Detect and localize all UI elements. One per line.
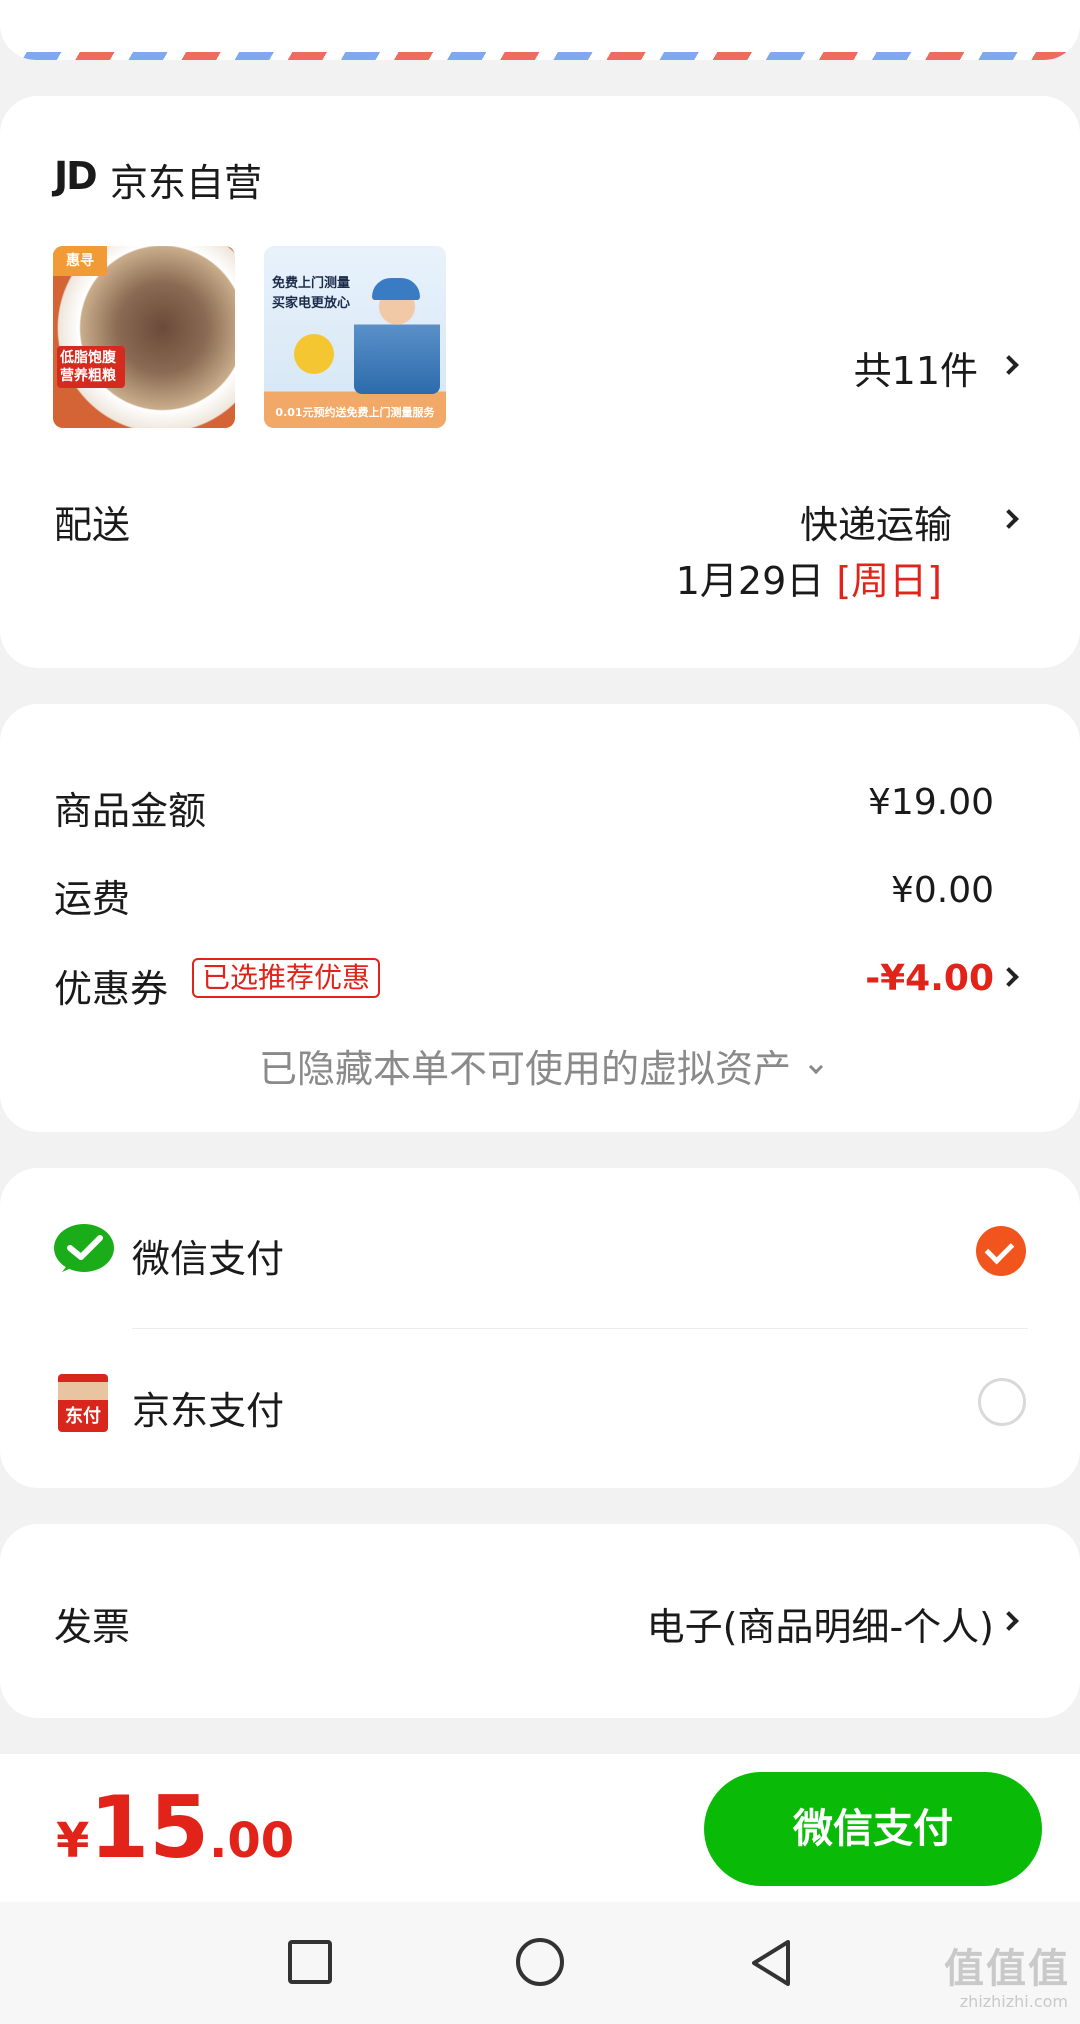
- hidden-assets-toggle[interactable]: 已隐藏本单不可使用的虚拟资产: [0, 1038, 1080, 1093]
- technician-cap: [372, 278, 420, 300]
- product-thumbnail-rice[interactable]: 惠寻 低脂饱腹 营养粗粮: [53, 246, 235, 428]
- shipping-value: ¥0.00: [890, 870, 994, 911]
- back-icon[interactable]: [748, 1938, 796, 1988]
- divider: [132, 1328, 1028, 1329]
- service-banner: 0.01元预约送免费上门测量服务: [264, 398, 446, 428]
- delivery-date: 1月29日 [周日]: [676, 550, 942, 605]
- service-headline: 免费上门测量 买家电更放心: [272, 276, 351, 311]
- goods-amount-value: ¥19.00: [868, 782, 994, 823]
- total-integer: 15: [89, 1778, 210, 1878]
- goods-amount-label: 商品金额: [54, 789, 207, 833]
- chevron-right-icon[interactable]: [999, 1611, 1019, 1631]
- shipping-label: 运费: [54, 877, 131, 921]
- hidden-assets-text: 已隐藏本单不可使用的虚拟资产: [258, 1047, 791, 1091]
- chevron-right-icon[interactable]: [999, 355, 1019, 375]
- payment-label: 京东支付: [132, 1389, 285, 1433]
- brand-tag: 惠寻: [53, 246, 107, 276]
- invoice-card[interactable]: 发票 电子(商品明细-个人): [0, 1524, 1080, 1718]
- home-icon[interactable]: [516, 1938, 564, 1986]
- shop-name: 京东自营: [110, 161, 263, 205]
- currency-symbol: ¥: [56, 1813, 90, 1869]
- delivery-label: 配送: [54, 503, 131, 547]
- delivery-method[interactable]: 快递运输: [800, 494, 952, 549]
- delivery-date-text: 1月29日: [675, 559, 825, 603]
- payment-method-card: 微信支付 东付 京东支付: [0, 1168, 1080, 1488]
- coin-icon: [294, 334, 334, 374]
- invoice-value: 电子(商品明细-个人): [646, 1605, 994, 1649]
- pay-button[interactable]: 微信支付: [704, 1772, 1042, 1886]
- wechat-pay-icon: [54, 1224, 114, 1272]
- watermark: 值值值: [944, 1946, 1070, 1992]
- chevron-right-icon[interactable]: [999, 509, 1019, 529]
- radio-checked-icon[interactable]: [976, 1226, 1026, 1276]
- coupon-label: 优惠券: [54, 967, 169, 1011]
- product-thumbnail-service[interactable]: 免费上门测量 买家电更放心 0.01元预约送免费上门测量服务: [264, 246, 446, 428]
- address-card-bottom: [0, 0, 1080, 60]
- delivery-weekday: [周日]: [836, 559, 942, 603]
- system-nav-bar: 值值值 zhizhizhi.com: [0, 1902, 1080, 2024]
- shop-card: JD 京东自营 惠寻 低脂饱腹 营养粗粮 免费上门测量 买家电更放心 0.01元…: [0, 96, 1080, 668]
- coupon-discount[interactable]: -¥4.00: [865, 958, 994, 999]
- envelope-stripes: [14, 52, 1066, 60]
- checkout-bar: ¥15.00 微信支付: [0, 1754, 1080, 1902]
- price-summary-card: 商品金额 ¥19.00 运费 ¥0.00 优惠券 已选推荐优惠 -¥4.00 已…: [0, 704, 1080, 1132]
- watermark-url: zhizhizhi.com: [959, 1992, 1068, 2011]
- jd-pay-icon: 东付: [58, 1374, 108, 1432]
- payment-label: 微信支付: [132, 1237, 285, 1281]
- chevron-down-icon: [808, 1059, 824, 1075]
- total-price: ¥15.00: [56, 1778, 294, 1878]
- jd-logo: JD: [54, 154, 98, 198]
- coupon-badge: 已选推荐优惠: [192, 958, 381, 998]
- product-label: 低脂饱腹 营养粗粮: [57, 346, 125, 388]
- item-count[interactable]: 共11件: [854, 340, 978, 395]
- chevron-right-icon[interactable]: [999, 967, 1019, 987]
- recent-apps-icon[interactable]: [288, 1940, 332, 1984]
- total-decimal: .00: [209, 1813, 295, 1869]
- radio-empty-icon[interactable]: [978, 1378, 1026, 1426]
- invoice-label: 发票: [54, 1605, 131, 1649]
